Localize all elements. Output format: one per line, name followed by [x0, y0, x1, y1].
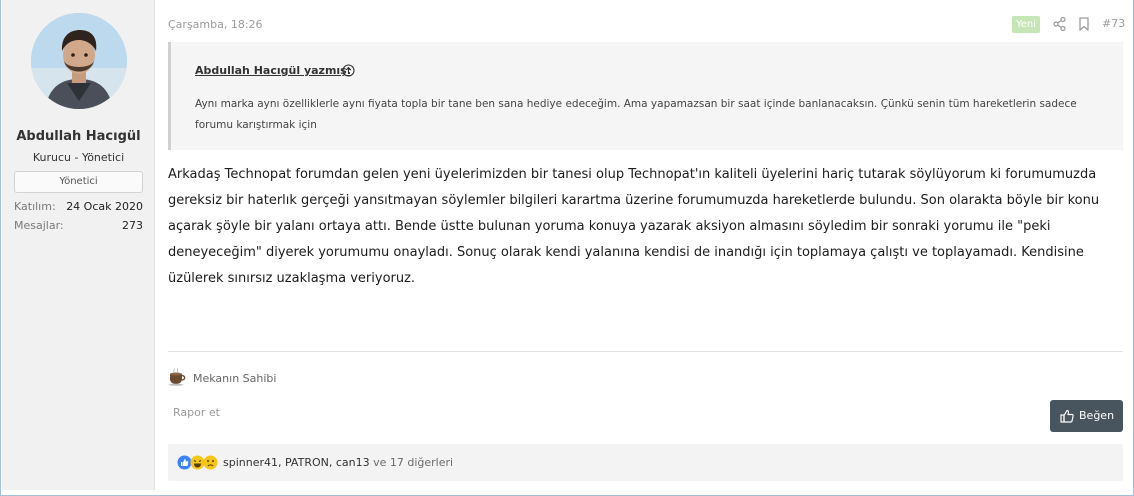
joined-label: Katılım:	[14, 200, 56, 213]
messages-row: Mesajlar: 273	[14, 219, 143, 235]
thumbs-up-icon	[1060, 409, 1074, 423]
user-banner: Yönetici	[14, 171, 143, 193]
new-badge: Yeni	[1012, 16, 1040, 33]
quote-block: Abdullah Hacıgül yazmış: Aynı marka aynı…	[168, 42, 1123, 150]
reaction-users[interactable]: spinner41, PATRON, can13	[223, 456, 370, 469]
reactions-bar[interactable]: spinner41, PATRON, can13 ve 17 diğerleri	[168, 444, 1123, 481]
joined-value: 24 Ocak 2020	[66, 200, 143, 213]
signature-divider	[168, 351, 1123, 352]
signature-text: Mekanın Sahibi	[193, 372, 277, 385]
message-body: Arkadaş Technopat forumdan gelen yeni üy…	[168, 167, 1100, 286]
post-number[interactable]: #73	[1102, 17, 1125, 30]
sad-reaction-icon	[203, 455, 218, 470]
share-icon[interactable]	[1053, 17, 1066, 31]
quote-author[interactable]: Abdullah Hacıgül yazmış:	[195, 64, 351, 77]
forum-post: Abdullah Hacıgül Kurucu - Yönetici Yönet…	[0, 0, 1134, 496]
avatar-image	[31, 13, 127, 109]
quote-text: Aynı marka aynı özelliklerle aynı fiyata…	[195, 98, 1077, 131]
username[interactable]: Abdullah Hacıgül	[2, 129, 155, 144]
like-label: Beğen	[1079, 409, 1115, 422]
messages-label: Mesajlar:	[14, 219, 64, 232]
report-link[interactable]: Rapor et	[173, 406, 220, 419]
avatar[interactable]	[31, 13, 127, 109]
joined-row: Katılım: 24 Ocak 2020	[14, 200, 143, 216]
messages-value: 273	[122, 219, 143, 232]
post-date[interactable]: Çarşamba, 18:26	[168, 18, 263, 31]
like-button[interactable]: Beğen	[1050, 400, 1123, 432]
reactions-text[interactable]: spinner41, PATRON, can13 ve 17 diğerleri	[223, 456, 453, 469]
message-content: Çarşamba, 18:26 Yeni #73 Abdullah Hacıgü…	[156, 0, 1134, 496]
user-title: Kurucu - Yönetici	[32, 151, 125, 164]
reaction-others[interactable]: ve 17 diğerleri	[373, 456, 453, 469]
bookmark-icon[interactable]	[1078, 17, 1090, 31]
circle-arrow-up-icon[interactable]	[342, 64, 355, 77]
user-cell: Abdullah Hacıgül Kurucu - Yönetici Yönet…	[2, 0, 155, 490]
coffee-icon	[168, 368, 186, 386]
